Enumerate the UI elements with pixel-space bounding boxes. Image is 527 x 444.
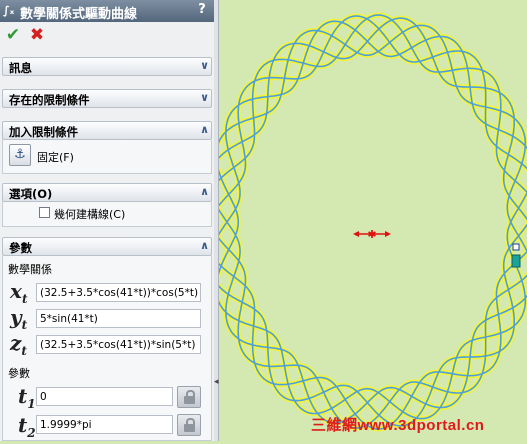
section-title-options: 選項(O) (9, 187, 53, 201)
section-title-info: 訊息 (9, 61, 32, 75)
collapse-panel-icon[interactable]: ◂ (214, 372, 219, 392)
fix-relation-button[interactable]: ⚓ (9, 144, 31, 166)
section-title-existing-relations: 存在的限制條件 (9, 93, 90, 107)
panel-title: 數學關係式驅動曲線 (20, 7, 138, 22)
curve-canvas: ✱ (203, 12, 527, 432)
section-header-info[interactable]: 訊息 ∨ (2, 57, 212, 76)
t2-symbol: t2 (18, 413, 36, 440)
section-title-parameters: 參數 (9, 241, 32, 255)
add-relations-body: ⚓ 固定(F) (2, 140, 212, 174)
chevron-up-icon: ∧ (200, 185, 209, 198)
curve-highlight (203, 12, 527, 432)
xt-symbol: xt (10, 279, 28, 306)
panel-title-bar: ∫ₓ 數學關係式驅動曲線 ? (0, 0, 214, 22)
t2-input[interactable] (36, 415, 173, 434)
watermark-text: 三維網www.3dportal.cn (311, 417, 485, 434)
yt-symbol: yt (10, 305, 28, 332)
property-manager-panel: ∫ₓ 數學關係式驅動曲線 ? ✔ ✖ 訊息 ∨ 存在的限制條件 ∨ 加入限制條件… (0, 0, 215, 441)
chevron-down-icon: ∨ (200, 59, 209, 72)
sketch-relation-icon: ∫ₓ (3, 4, 15, 17)
ok-button[interactable]: ✔ (4, 26, 22, 44)
svg-text:✱: ✱ (367, 228, 376, 241)
endpoint-handle[interactable] (511, 243, 521, 268)
parameters-label: 參數 (8, 367, 30, 380)
fix-anchor-icon: ⚓ (14, 147, 26, 162)
t1-input[interactable] (36, 387, 173, 406)
chevron-up-icon: ∧ (200, 239, 209, 252)
equation-label: 數學關係 (8, 263, 52, 276)
fix-relation-label: 固定(F) (37, 151, 74, 164)
help-button[interactable]: ? (195, 2, 209, 17)
options-body: 幾何建構線(C) (2, 202, 212, 227)
chevron-down-icon: ∨ (200, 91, 209, 104)
section-header-parameters[interactable]: 參數 ∧ (2, 237, 212, 256)
yt-equation-input[interactable] (36, 309, 201, 328)
section-header-existing-relations[interactable]: 存在的限制條件 ∨ (2, 89, 212, 108)
cancel-button[interactable]: ✖ (28, 26, 46, 44)
construction-geometry-label: 幾何建構線(C) (54, 208, 126, 221)
section-header-options[interactable]: 選項(O) ∧ (2, 183, 212, 202)
t2-lock-button[interactable] (177, 414, 201, 436)
graphics-area[interactable]: ✱ (203, 0, 527, 441)
construction-geometry-checkbox[interactable] (39, 207, 50, 218)
chevron-up-icon: ∧ (200, 123, 209, 136)
zt-symbol: zt (10, 331, 27, 358)
zt-equation-input[interactable] (36, 335, 201, 354)
t1-symbol: t1 (18, 384, 36, 411)
section-header-add-relations[interactable]: 加入限制條件 ∧ (2, 121, 212, 140)
origin-marker: ✱ (353, 228, 391, 241)
t1-lock-button[interactable] (177, 386, 201, 408)
xt-equation-input[interactable] (36, 283, 201, 302)
section-title-add-relations: 加入限制條件 (9, 125, 78, 139)
